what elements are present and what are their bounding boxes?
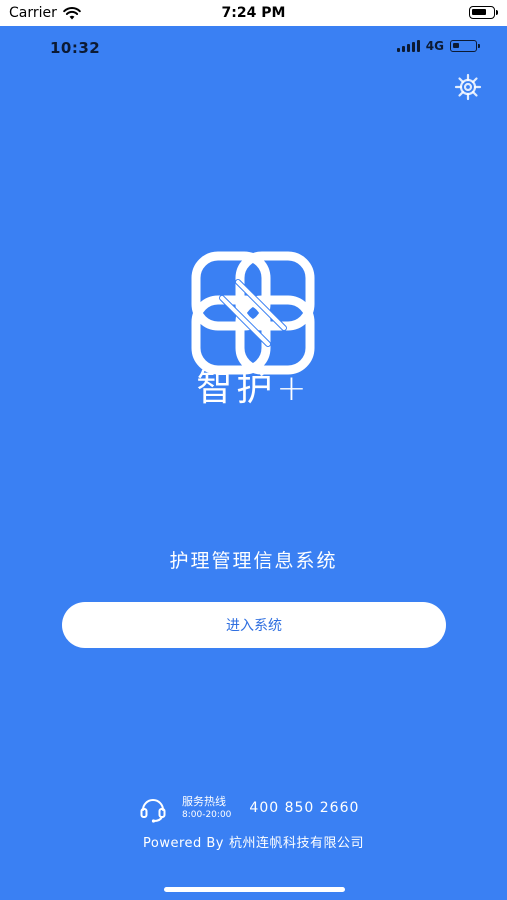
company-name: 杭州连帆科技有限公司	[229, 836, 365, 851]
hotline-text: 服务热线 8:00-20:00	[182, 795, 231, 821]
brand-name: 智护+	[196, 368, 311, 409]
app-status-time: 10:32	[50, 39, 101, 57]
system-subtitle: 护理管理信息系统	[169, 550, 338, 572]
app-status-bar: 10:32 4G	[0, 26, 507, 66]
system-status-bar: Carrier 7:24 PM	[0, 0, 507, 26]
headset-icon	[140, 799, 166, 823]
app-status-indicators: 4G	[396, 39, 480, 53]
hotline-hours: 8:00-20:00	[182, 810, 232, 820]
battery-icon	[450, 40, 480, 52]
service-hotline[interactable]: 服务热线 8:00-20:00 400 850 2660	[138, 792, 359, 824]
home-indicator[interactable]	[164, 887, 345, 892]
battery-icon	[469, 6, 498, 19]
signal-icon	[396, 40, 420, 52]
hotline-label: 服务热线	[182, 795, 226, 808]
network-type: 4G	[425, 39, 444, 53]
app-screen: 10:32 4G 智护+ 护理管理信息系统 进入系统 服务热线 8:00-20:…	[0, 26, 507, 900]
powered-prefix: Powered By	[142, 836, 224, 851]
gear-icon[interactable]	[453, 72, 483, 102]
enter-system-button[interactable]: 进入系统	[62, 602, 446, 648]
powered-by: Powered By 杭州连帆科技有限公司	[0, 832, 507, 851]
system-time: 7:24 PM	[221, 5, 286, 21]
hotline-number[interactable]: 400 850 2660	[249, 800, 359, 816]
